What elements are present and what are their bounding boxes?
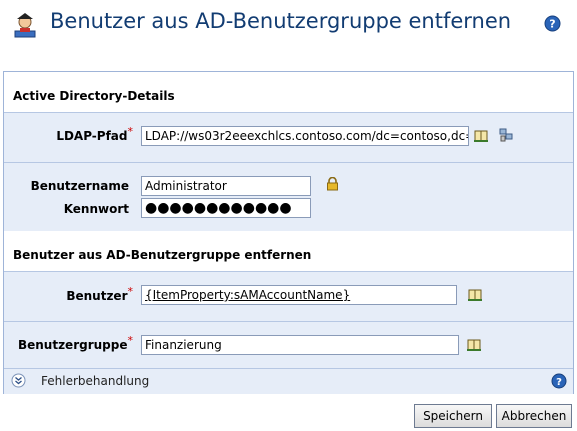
button-bar: Speichern Abbrechen	[0, 397, 577, 431]
group-label: Benutzergruppe*	[17, 334, 133, 352]
password-input[interactable]: ●●●●●●●●●●●●	[141, 198, 311, 218]
section-ad-details: Active Directory-Details	[4, 72, 573, 112]
form-panel: Active Directory-Details LDAP-Pfad* LDAP…	[3, 71, 574, 394]
user-input[interactable]: {ItemProperty:sAMAccountName}	[141, 285, 457, 305]
svg-text:?: ?	[556, 377, 562, 388]
workflow-user-icon	[14, 13, 36, 38]
section-title-ad: Active Directory-Details	[13, 89, 175, 103]
cancel-button[interactable]: Abbrechen	[496, 404, 572, 428]
svg-text:?: ?	[549, 18, 555, 31]
credentials-row: Benutzername Administrator Kennwort ●●●●…	[4, 162, 573, 231]
address-book-icon[interactable]	[473, 128, 489, 144]
error-handling-label[interactable]: Fehlerbehandlung	[41, 374, 149, 388]
help-icon[interactable]: ?	[544, 15, 561, 32]
header: Benutzer aus AD-Benutzergruppe entfernen…	[0, 0, 577, 56]
password-label: Kennwort	[63, 202, 129, 216]
directory-browse-icon[interactable]	[498, 127, 514, 143]
user-row: Benutzer* {ItemProperty:sAMAccountName}	[4, 271, 573, 322]
group-input[interactable]: Finanzierung	[141, 335, 459, 355]
username-input[interactable]: Administrator	[141, 176, 311, 196]
save-button[interactable]: Speichern	[414, 404, 492, 428]
ldap-row: LDAP-Pfad* LDAP://ws03r2eeexchlcs.contos…	[4, 112, 573, 163]
user-label: Benutzer*	[66, 285, 133, 303]
address-book-icon[interactable]	[467, 287, 483, 303]
group-row: Benutzergruppe* Finanzierung	[4, 321, 573, 369]
ldap-path-input[interactable]: LDAP://ws03r2eeexchlcs.contoso.com/dc=co…	[141, 126, 469, 146]
lock-icon	[327, 177, 338, 191]
address-book-icon[interactable]	[466, 337, 482, 353]
chevron-double-down-icon[interactable]	[11, 373, 26, 388]
section-remove-user: Benutzer aus AD-Benutzergruppe entfernen	[4, 231, 573, 271]
page-title: Benutzer aus AD-Benutzergruppe entfernen	[50, 9, 512, 33]
error-handling-expander[interactable]: Fehlerbehandlung ?	[4, 368, 573, 394]
help-icon[interactable]: ?	[551, 373, 567, 389]
section-title-remove: Benutzer aus AD-Benutzergruppe entfernen	[13, 248, 312, 262]
ldap-label: LDAP-Pfad*	[56, 125, 133, 143]
username-label: Benutzername	[30, 179, 129, 193]
